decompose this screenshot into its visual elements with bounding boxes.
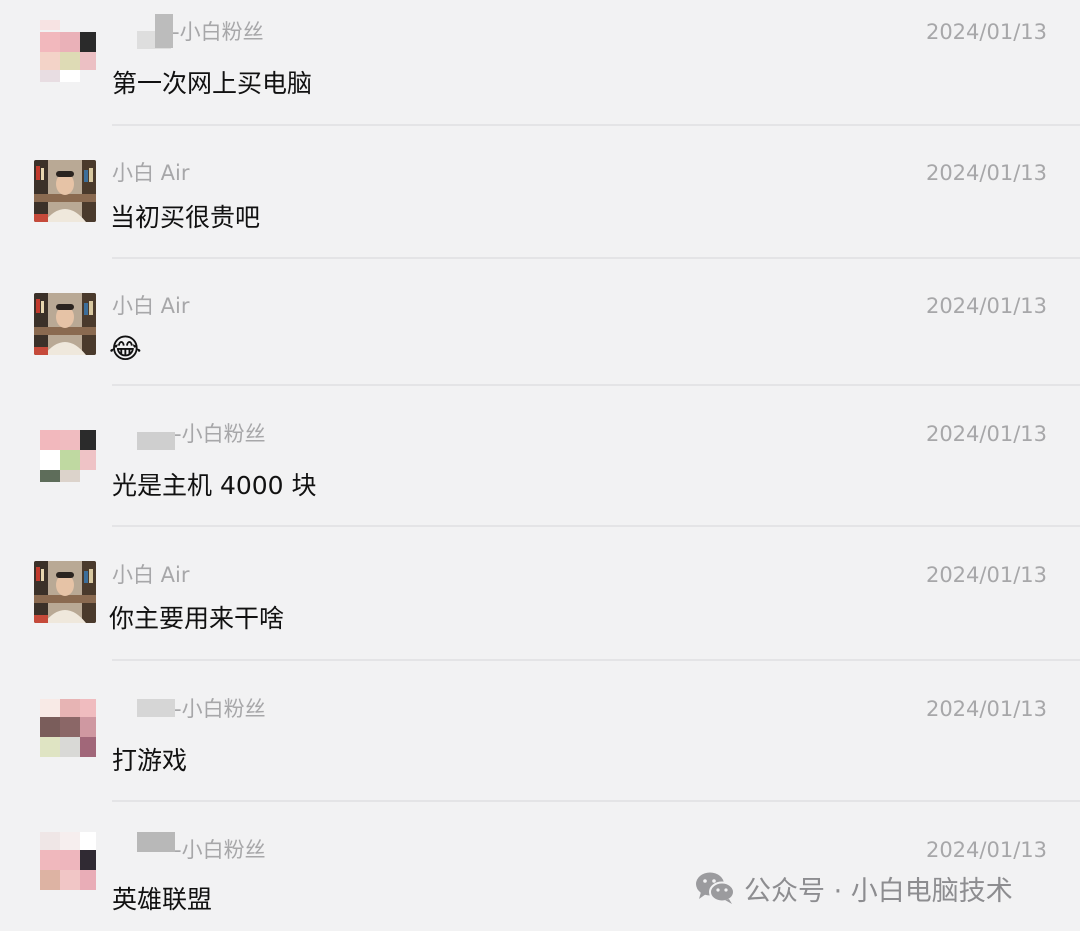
comment-time: 2024/01/13 <box>925 422 1047 446</box>
comment-item: -小白粉丝 2024/01/13 打游戏 <box>0 661 1080 801</box>
comment-item: -小白粉丝 2024/01/13 光是主机 4000 块 <box>0 386 1080 526</box>
comment-author[interactable]: -小白粉丝 <box>174 696 266 722</box>
comment-text: 打游戏 <box>112 746 188 775</box>
comment-text: 光是主机 4000 块 <box>112 471 317 500</box>
comment-text: 你主要用来干啥 <box>109 604 285 633</box>
laughing-emoji-icon: 😂 <box>109 332 142 365</box>
comment-author[interactable]: 小白 Air <box>112 160 190 186</box>
comment-text: 当初买很贵吧 <box>110 203 261 232</box>
comment-time: 2024/01/13 <box>925 161 1047 185</box>
comment-author[interactable]: -小白粉丝 <box>174 837 266 863</box>
comment-item: 小白 Air 2024/01/13 你主要用来干啥 <box>0 527 1080 659</box>
avatar[interactable] <box>34 20 96 82</box>
blurred-name <box>137 432 175 450</box>
comment-text: 第一次网上买电脑 <box>112 69 313 98</box>
avatar[interactable] <box>34 561 96 623</box>
comment-author[interactable]: 小白 Air <box>112 293 190 319</box>
comment-time: 2024/01/13 <box>925 838 1047 862</box>
watermark-text: 公众号 · 小白电脑技术 <box>744 875 1013 907</box>
comment-text: 英雄联盟 <box>112 885 213 914</box>
comment-item: -小白粉丝 2024/01/13 第一次网上买电脑 <box>0 0 1080 126</box>
blurred-name <box>137 699 175 717</box>
comment-author[interactable]: -小白粉丝 <box>174 421 266 447</box>
comment-item: 小白 Air 2024/01/13 当初买很贵吧 <box>0 126 1080 258</box>
wechat-icon <box>696 872 735 904</box>
blurred-name <box>137 832 175 852</box>
comment-author[interactable]: 小白 Air <box>112 562 190 588</box>
watermark: 公众号 · 小白电脑技术 <box>694 868 1013 908</box>
avatar[interactable] <box>34 832 96 894</box>
comment-time: 2024/01/13 <box>925 20 1047 44</box>
comment-time: 2024/01/13 <box>925 294 1047 318</box>
comment-item: -小白粉丝 2024/01/13 英雄联盟 <box>0 802 1080 931</box>
avatar[interactable] <box>34 697 96 759</box>
avatar[interactable] <box>34 293 96 355</box>
comment-author[interactable]: -小白粉丝 <box>172 19 264 45</box>
avatar[interactable] <box>34 420 96 482</box>
avatar[interactable] <box>34 160 96 222</box>
comment-item: 小白 Air 2024/01/13 😂 <box>0 259 1080 385</box>
blurred-name <box>155 14 173 48</box>
comment-time: 2024/01/13 <box>925 563 1047 587</box>
comment-time: 2024/01/13 <box>925 697 1047 721</box>
